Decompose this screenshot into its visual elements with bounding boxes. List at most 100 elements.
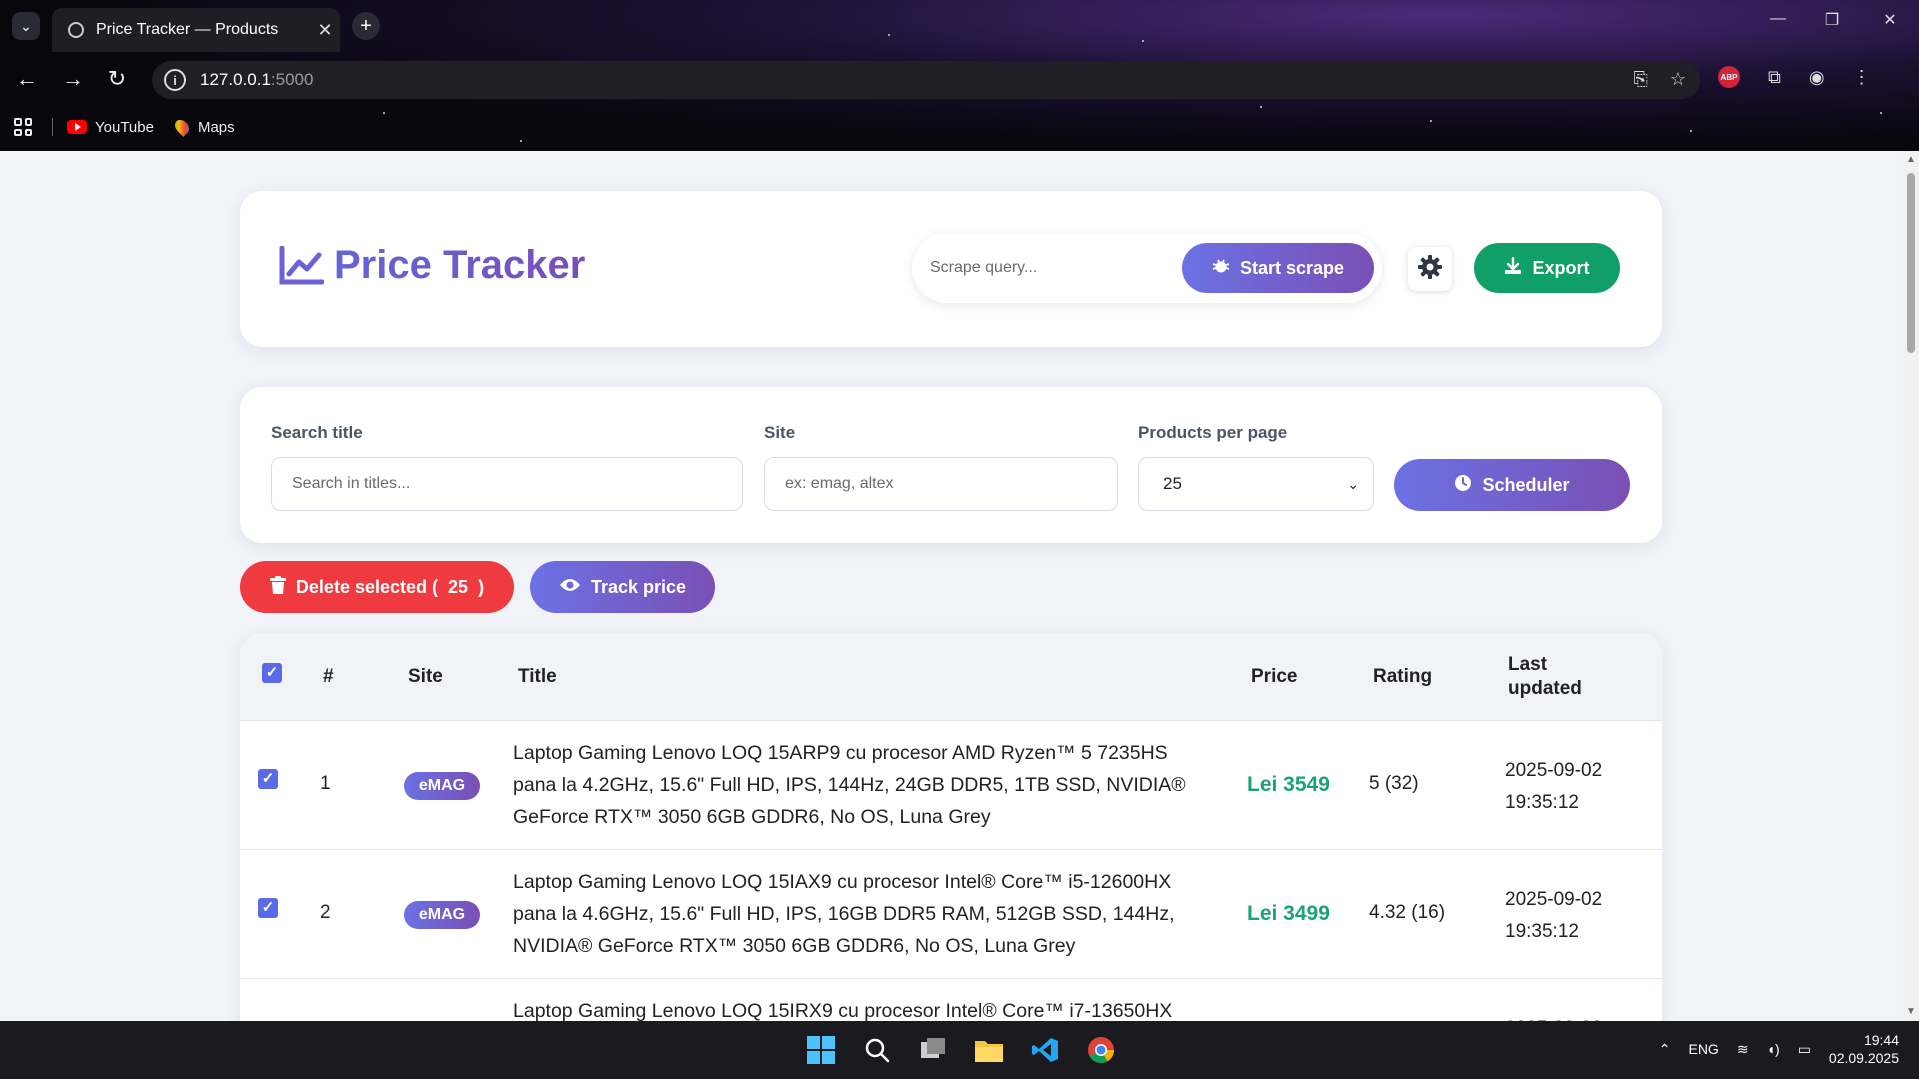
new-tab-button[interactable]: +: [352, 12, 380, 40]
settings-button[interactable]: [1408, 247, 1452, 291]
bug-icon: [1212, 257, 1230, 280]
window-close-icon[interactable]: ✕: [1870, 10, 1910, 30]
eye-icon: [559, 577, 581, 598]
table-row: ✓ 1 eMAG Laptop Gaming Lenovo LOQ 15ARP9…: [240, 721, 1662, 850]
tab-bar: ⌄ Price Tracker — Products ✕ + — ❐ ✕: [0, 0, 1919, 52]
product-price: Lei 3549: [1247, 773, 1330, 796]
chrome-icon[interactable]: [1084, 1033, 1118, 1067]
scroll-up-icon[interactable]: ▲: [1906, 155, 1916, 165]
extensions-puzzle-icon[interactable]: ⧉: [1768, 67, 1781, 88]
bookmark-youtube[interactable]: YouTube: [67, 119, 154, 136]
updated-time: 19:35:12: [1505, 921, 1579, 942]
reload-icon[interactable]: ↻: [102, 66, 132, 92]
apps-grid-icon[interactable]: [14, 118, 32, 136]
taskbar: ⌃ ENG ≋ ◖) ▭ 19:44 02.09.2025: [0, 1021, 1919, 1079]
task-view-icon[interactable]: [916, 1033, 950, 1067]
site-badge: eMAG: [404, 772, 480, 800]
restore-icon[interactable]: ❐: [1812, 10, 1852, 30]
header-num: #: [323, 666, 334, 687]
extensions-area: ABP ⧉ ◉ ⋮: [1718, 66, 1871, 88]
scroll-down-icon[interactable]: ▼: [1906, 1007, 1916, 1017]
battery-icon[interactable]: ▭: [1798, 1041, 1811, 1058]
back-icon[interactable]: ←: [12, 66, 42, 92]
nav-bar: ← → ↻ i 127.0.0.1:5000 ⎘ ☆: [0, 56, 1919, 102]
start-scrape-label: Start scrape: [1239, 257, 1345, 278]
omnibox-actions: ⎘ ☆: [1633, 69, 1686, 90]
volume-icon[interactable]: ◖): [1767, 1041, 1780, 1057]
youtube-icon: [67, 120, 87, 134]
scheduler-button[interactable]: Scheduler: [1394, 459, 1630, 511]
bookmark-maps[interactable]: Maps: [172, 117, 235, 137]
star: [1260, 106, 1262, 108]
page-scrollbar[interactable]: ▲ ▼: [1903, 151, 1919, 1021]
trash-icon: [269, 575, 286, 599]
export-label: Export: [1532, 257, 1590, 278]
row-num: 1: [320, 773, 331, 794]
wifi-icon[interactable]: ≋: [1737, 1041, 1749, 1058]
delete-label: Delete selected ( 25 ): [296, 577, 484, 598]
system-tray: ⌃ ENG ≋ ◖) ▭ 19:44 02.09.2025: [1659, 1031, 1899, 1067]
scheduler-label: Scheduler: [1482, 474, 1570, 495]
tab-active[interactable]: Price Tracker — Products ✕: [52, 8, 340, 52]
delete-selected-button[interactable]: Delete selected ( 25 ): [240, 561, 514, 613]
select-all-checkbox[interactable]: ✓: [262, 663, 282, 683]
site-input[interactable]: [764, 457, 1118, 511]
table-row: Laptop Gaming Lenovo LOQ 15IRX9 cu proce…: [240, 979, 1662, 1021]
search-title-input[interactable]: [271, 457, 743, 511]
header-title[interactable]: Title: [518, 666, 557, 688]
updated-date: 2025-09-02: [1505, 760, 1603, 781]
profile-icon[interactable]: ◉: [1809, 67, 1825, 88]
scrape-form: Start scrape: [912, 233, 1382, 303]
forward-icon[interactable]: →: [58, 66, 88, 92]
taskbar-apps: [804, 1033, 1118, 1067]
row-checkbox[interactable]: ✓: [258, 769, 278, 789]
site-label: Site: [764, 423, 796, 442]
clock[interactable]: 19:44 02.09.2025: [1829, 1031, 1899, 1067]
per-page-select[interactable]: 25 ⌄: [1138, 457, 1374, 511]
export-button[interactable]: Export: [1474, 243, 1620, 293]
chart-line-icon: [278, 245, 324, 286]
adblock-icon[interactable]: ABP: [1718, 66, 1740, 88]
clock-time: 19:44: [1863, 1032, 1899, 1048]
site-badge: eMAG: [404, 901, 480, 929]
delete-text: Delete selected (: [295, 576, 438, 597]
bookmark-label: YouTube: [95, 118, 154, 136]
page-title: Price Tracker: [334, 243, 586, 287]
scrape-query-input[interactable]: [930, 251, 1170, 285]
search-title-label: Search title: [271, 423, 363, 442]
row-checkbox[interactable]: ✓: [258, 898, 278, 918]
chevron-up-icon[interactable]: ⌃: [1659, 1041, 1671, 1058]
browser-chrome: ⌄ Price Tracker — Products ✕ + — ❐ ✕ ← →…: [0, 0, 1919, 151]
language-indicator[interactable]: ENG: [1688, 1041, 1718, 1057]
translate-icon[interactable]: ⎘: [1633, 69, 1647, 90]
track-price-button[interactable]: Track price: [530, 561, 715, 613]
tab-search-button[interactable]: ⌄: [12, 12, 40, 40]
product-rating: 4.32 (16): [1369, 902, 1446, 923]
header-site[interactable]: Site: [408, 666, 443, 688]
minimize-icon[interactable]: —: [1758, 10, 1798, 28]
bookmark-label: Maps: [197, 118, 235, 136]
clock-icon: [1454, 474, 1472, 497]
file-explorer-icon[interactable]: [972, 1033, 1006, 1067]
header-last-updated[interactable]: Last updated: [1508, 653, 1582, 701]
updated-time: 19:35:12: [1505, 792, 1579, 813]
scroll-thumb[interactable]: [1907, 173, 1915, 353]
header-rating[interactable]: Rating: [1373, 666, 1432, 688]
header-price[interactable]: Price: [1251, 666, 1297, 688]
menu-dots-icon[interactable]: ⋮: [1853, 67, 1871, 88]
updated-date: 2025-09-02: [1505, 889, 1603, 910]
product-title[interactable]: Laptop Gaming Lenovo LOQ 15IRX9 cu proce…: [513, 995, 1213, 1021]
site-info-icon[interactable]: i: [164, 69, 186, 91]
start-scrape-button[interactable]: Start scrape: [1182, 243, 1374, 293]
windows-start-icon[interactable]: [804, 1033, 838, 1067]
divider: [52, 118, 53, 136]
vscode-icon[interactable]: [1028, 1033, 1062, 1067]
bookmark-star-icon[interactable]: ☆: [1670, 69, 1686, 90]
address-bar[interactable]: i 127.0.0.1:5000 ⎘ ☆: [152, 61, 1700, 99]
url-port: :5000: [270, 70, 314, 89]
search-icon[interactable]: [860, 1033, 894, 1067]
close-tab-icon[interactable]: ✕: [310, 20, 340, 41]
product-title[interactable]: Laptop Gaming Lenovo LOQ 15IAX9 cu proce…: [513, 866, 1213, 962]
globe-icon: [68, 22, 84, 38]
product-title[interactable]: Laptop Gaming Lenovo LOQ 15ARP9 cu proce…: [513, 737, 1213, 833]
